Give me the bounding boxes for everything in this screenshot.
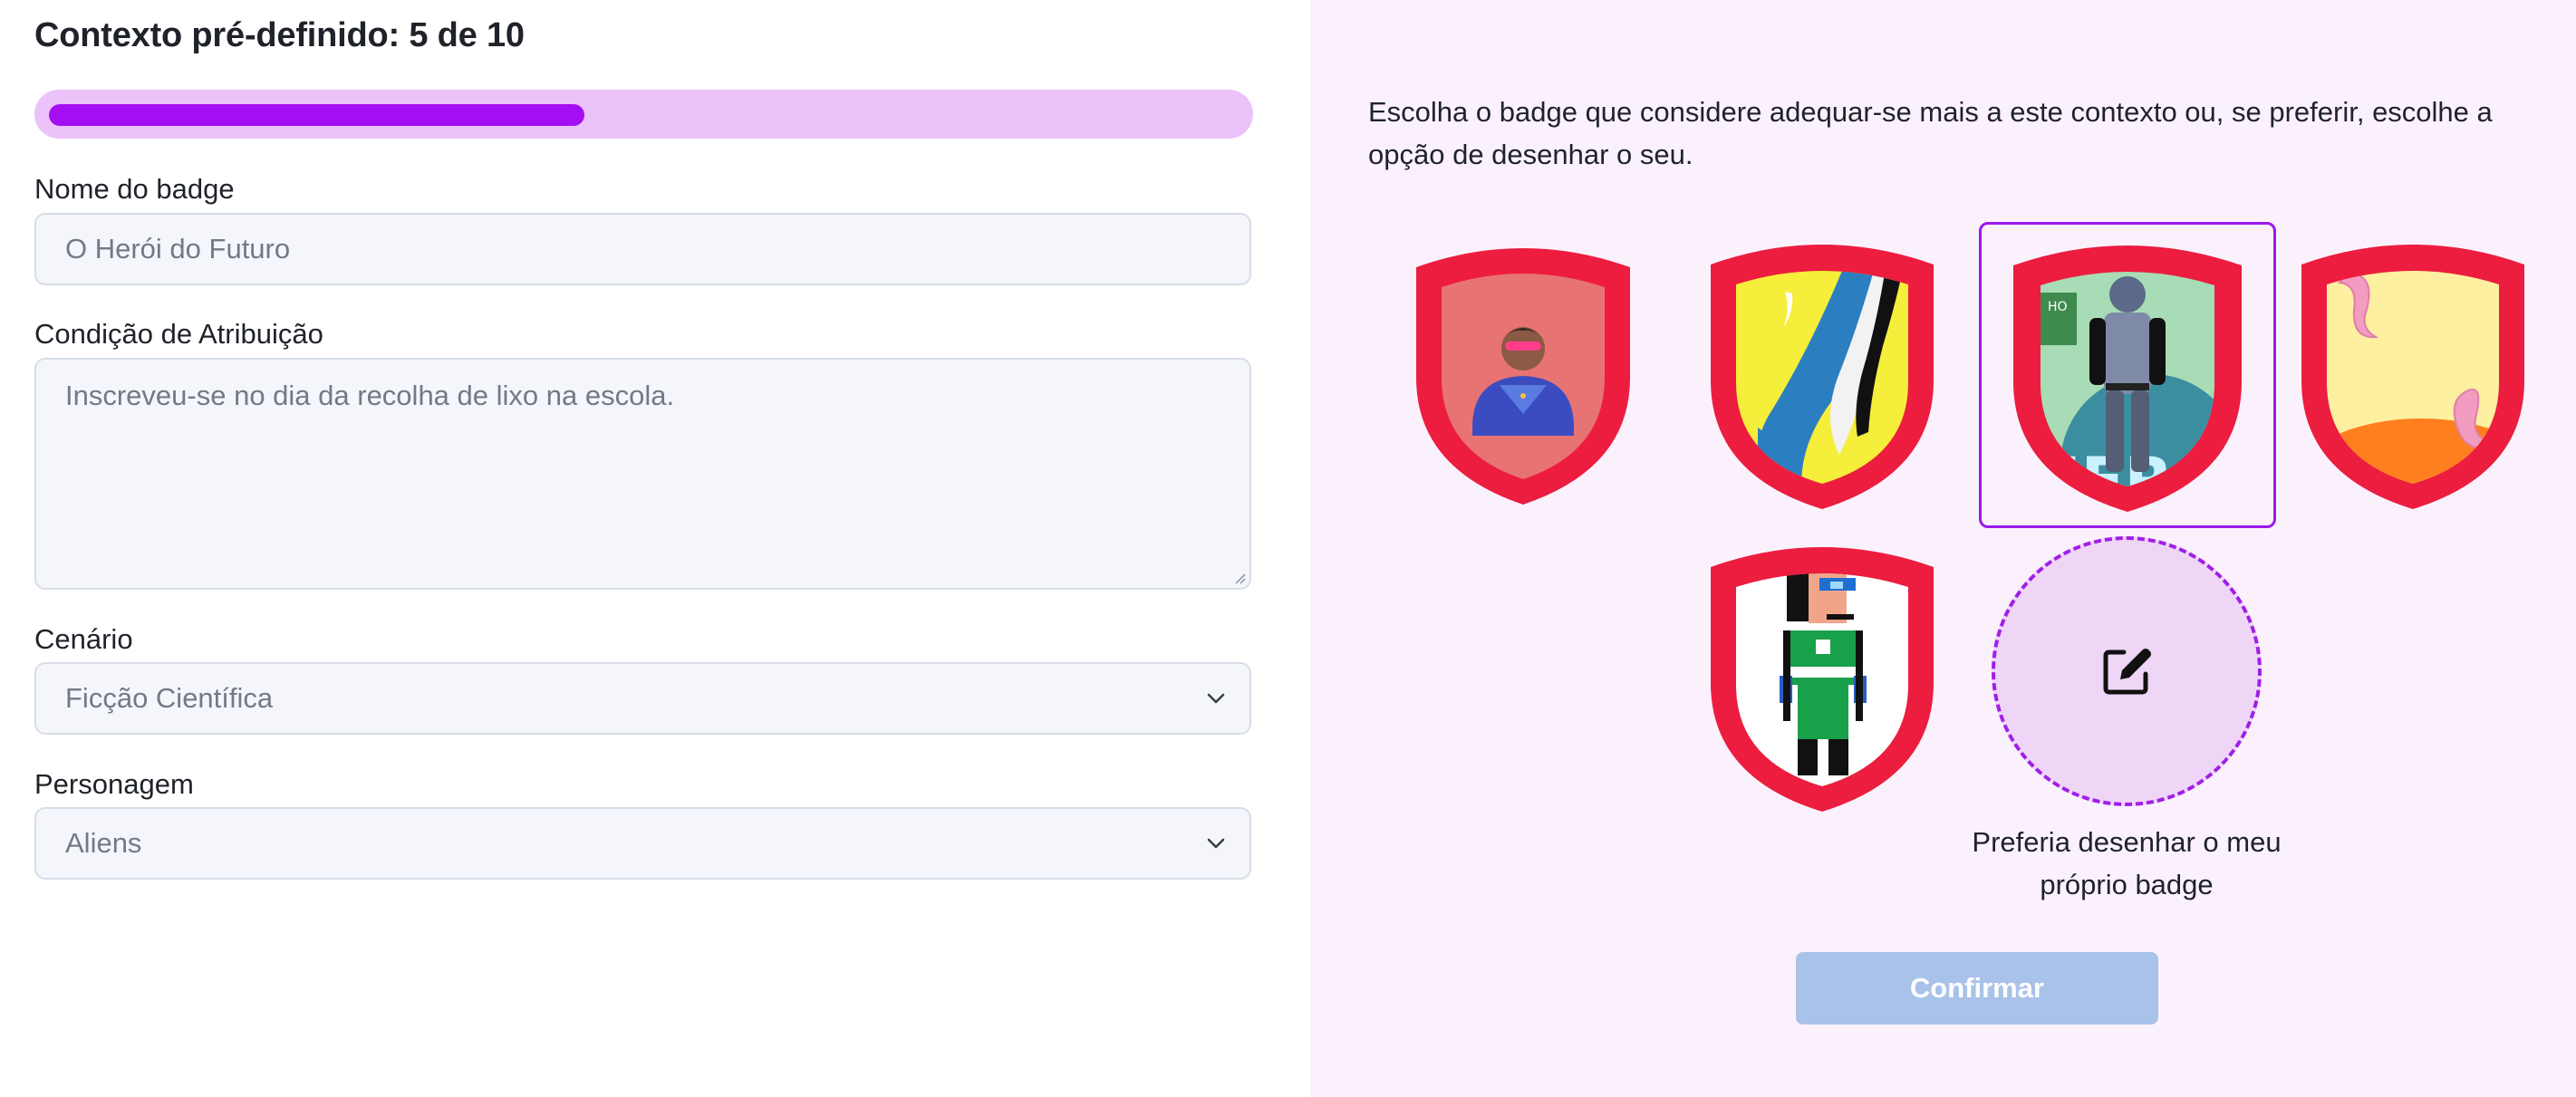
- badge-name-value: O Herói do Futuro: [65, 233, 291, 265]
- character-label: Personagem: [34, 768, 194, 800]
- badge-option-hero[interactable]: HO HERO: [1979, 222, 2276, 528]
- badge-option-superhero[interactable]: [1401, 237, 1645, 509]
- badge-option-pixel[interactable]: [1700, 540, 1944, 812]
- edit-icon: [2103, 649, 2151, 695]
- scenario-label: Cenário: [34, 623, 133, 655]
- character-select[interactable]: Aliens: [34, 807, 1251, 880]
- draw-own-badge-label: Preferia desenhar o meu próprio badge: [1972, 826, 2282, 900]
- chevron-down-icon: [1207, 838, 1225, 849]
- badge-form-panel: Contexto pré-definido: 5 de 10 Nome do b…: [0, 0, 1310, 1097]
- badge-name-label: Nome do badge: [34, 173, 235, 205]
- chevron-down-icon: [1207, 693, 1225, 704]
- svg-text:HO: HO: [2048, 300, 2068, 314]
- badge-instructions: Escolha o badge que considere adequar-se…: [1368, 96, 2493, 170]
- badge-option-abstract-pink[interactable]: [2291, 237, 2535, 509]
- badge-selection-panel: Escolha o badge que considere adequar-se…: [1310, 0, 2576, 1097]
- superhero-badge-icon: [1416, 248, 1630, 505]
- page-title: Contexto pré-definido: 5 de 10: [34, 16, 525, 54]
- resize-grip-icon[interactable]: [1233, 572, 1246, 584]
- progress-bar: [34, 90, 1253, 139]
- draw-own-badge-button[interactable]: [1992, 536, 2262, 806]
- condition-label: Condição de Atribuição: [34, 318, 323, 350]
- scenario-value: Ficção Científica: [65, 682, 274, 714]
- progress-bar-fill: [49, 104, 584, 126]
- badge-option-abstract-yellow[interactable]: [1700, 237, 1944, 509]
- confirm-button[interactable]: Confirmar: [1796, 952, 2158, 1025]
- badge-name-input[interactable]: O Herói do Futuro: [34, 213, 1251, 285]
- hero-badge-icon: HO HERO: [2013, 245, 2242, 512]
- abstract-yellow-badge-icon: [1711, 245, 1934, 509]
- condition-textarea[interactable]: Inscreveu-se no dia da recolha de lixo n…: [34, 358, 1251, 590]
- abstract-pink-badge-icon: [2301, 245, 2524, 509]
- scenario-select[interactable]: Ficção Científica: [34, 662, 1251, 735]
- pixel-character-badge-icon: [1711, 547, 1934, 812]
- character-value: Aliens: [65, 827, 142, 859]
- condition-value: Inscreveu-se no dia da recolha de lixo n…: [65, 380, 675, 411]
